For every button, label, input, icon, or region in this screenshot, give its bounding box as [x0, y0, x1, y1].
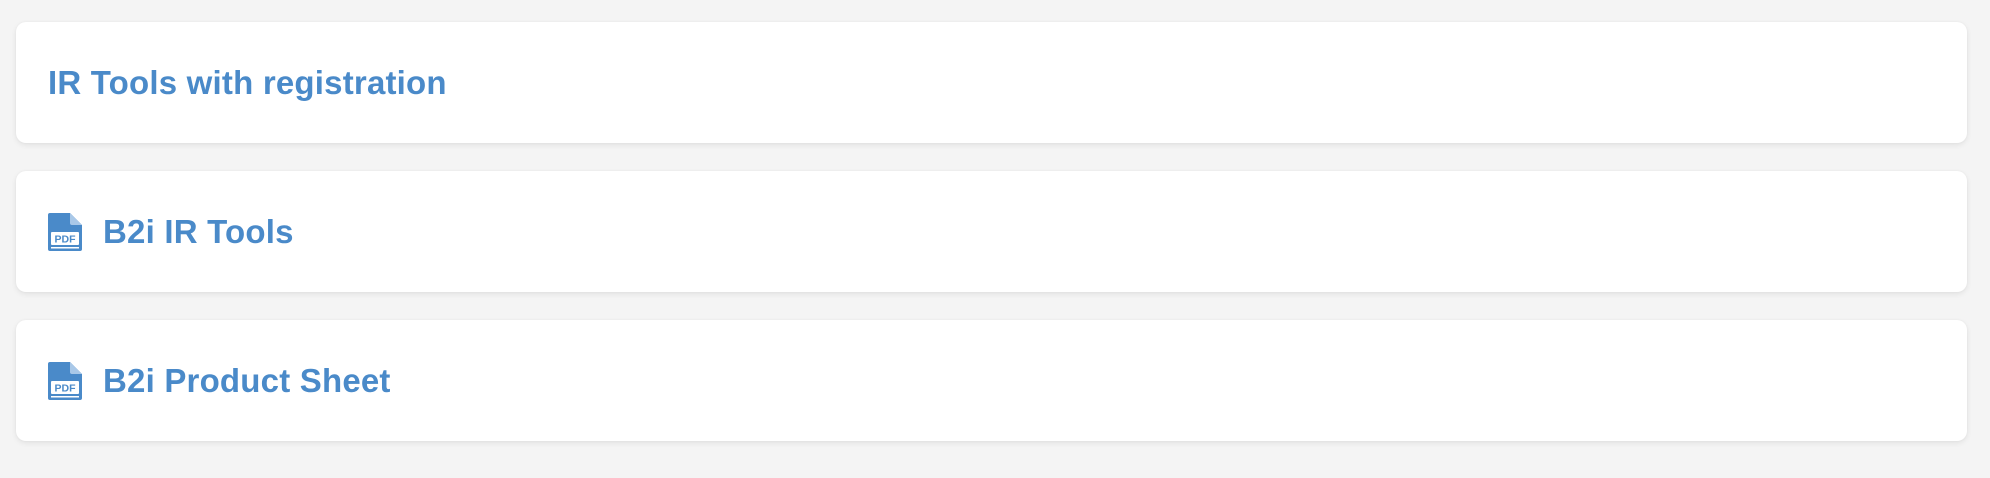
link-label: B2i IR Tools	[103, 212, 294, 250]
b2i-product-sheet-pdf-link[interactable]: PDF B2i Product Sheet	[16, 320, 1967, 441]
b2i-ir-tools-pdf-link[interactable]: PDF B2i IR Tools	[16, 171, 1967, 292]
ir-tools-registration-link[interactable]: IR Tools with registration	[16, 22, 1967, 143]
link-label: B2i Product Sheet	[103, 361, 391, 399]
link-label: IR Tools with registration	[48, 63, 447, 101]
svg-text:PDF: PDF	[55, 382, 77, 394]
pdf-file-icon: PDF	[48, 361, 82, 400]
pdf-file-icon: PDF	[48, 212, 82, 251]
svg-text:PDF: PDF	[55, 233, 77, 245]
document-link-list: IR Tools with registration PDF B2i IR To…	[0, 0, 1990, 478]
